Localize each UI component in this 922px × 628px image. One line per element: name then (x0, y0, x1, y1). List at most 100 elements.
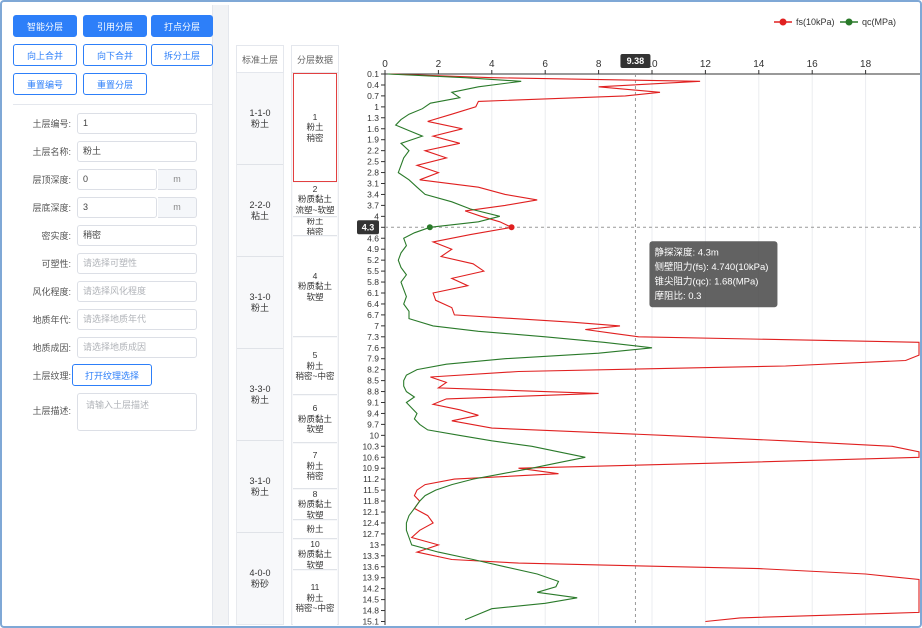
merge-up-button[interactable]: 向上合并 (13, 44, 77, 66)
y-tick-label: 13.3 (362, 551, 379, 561)
series-line-fs (390, 73, 920, 623)
y-tick-label: 0.4 (367, 80, 379, 90)
y-tick-label: 5.8 (367, 277, 379, 287)
merge-down-button[interactable]: 向下合并 (83, 44, 147, 66)
y-tick-label: 3.4 (367, 189, 379, 199)
density-select[interactable]: 稍密 (77, 225, 197, 246)
x-tick-label: 12 (700, 59, 712, 70)
y-tick-label: 10 (370, 430, 380, 440)
y-tick-label: 4.9 (367, 244, 379, 254)
bottom-depth-label: 层底深度: (32, 203, 71, 213)
y-tick-label: 14.5 (362, 595, 379, 605)
y-tick-label: 12.7 (362, 529, 379, 539)
x-tick-label: 8 (596, 59, 602, 70)
y-tick-label: 13 (370, 540, 380, 550)
legend-label[interactable]: fs(10kPa) (796, 17, 835, 27)
y-tick-label: 10.6 (362, 452, 379, 462)
soil-name-input[interactable]: 粉土 (77, 141, 197, 162)
x-tick-label: 18 (860, 59, 872, 70)
plasticity-label: 可塑性: (41, 259, 71, 269)
y-tick-label: 8.8 (367, 387, 379, 397)
geo-age-select[interactable]: 请选择地质年代 (77, 309, 197, 330)
y-tick-label: 6.1 (367, 288, 379, 298)
left-panel: 智能分层 引用分层 打点分层 向上合并 向下合并 拆分土层 重置编号 重置分层 … (5, 5, 213, 625)
y-tick-label: 7.9 (367, 354, 379, 364)
crosshair-x-label: 9.38 (627, 56, 645, 66)
y-tick-label: 11.2 (363, 474, 379, 484)
y-tick-label: 0.1 (367, 69, 379, 79)
geo-origin-select[interactable]: 请选择地质成因 (77, 337, 197, 358)
tooltip-line: 锥尖阻力(qc): 1.68(MPa) (654, 275, 758, 287)
panel-splitter[interactable] (213, 5, 229, 625)
y-tick-label: 6.4 (367, 299, 379, 309)
y-tick-label: 7.3 (367, 332, 379, 342)
y-tick-label: 1.3 (367, 113, 379, 123)
y-tick-label: 9.4 (367, 408, 379, 418)
y-tick-label: 2.5 (367, 157, 379, 167)
tooltip-line: 静探深度: 4.3m (654, 246, 718, 258)
geo-origin-label: 地质成因: (32, 343, 71, 353)
y-tick-label: 6.7 (367, 310, 379, 320)
soil-name-label: 土层名称: (32, 147, 71, 157)
desc-label: 土层描述: (32, 406, 71, 416)
x-tick-label: 2 (436, 59, 442, 70)
plasticity-select[interactable]: 请选择可塑性 (77, 253, 197, 274)
tooltip-line: 摩阻比: 0.3 (654, 290, 701, 302)
legend-label[interactable]: qc(MPa) (862, 17, 896, 27)
weathering-label: 风化程度: (32, 287, 71, 297)
y-tick-label: 7.6 (367, 343, 379, 353)
y-tick-label: 9.7 (367, 419, 379, 429)
y-tick-label: 9.1 (367, 398, 379, 408)
point-layer-button[interactable]: 打点分层 (151, 15, 213, 37)
series-line-qc (387, 73, 653, 621)
y-tick-label: 1.6 (367, 124, 379, 134)
y-tick-label: 13.6 (362, 562, 379, 572)
cpt-chart[interactable]: 0 2 4 6 8 10 12 14 16 18 0.10.40.711.31.61.92.22.5… (230, 5, 920, 625)
fs-point-marker[interactable] (508, 224, 515, 231)
y-tick-label: 10.9 (362, 463, 379, 473)
soil-no-input[interactable]: 1 (77, 113, 197, 134)
y-tick-label: 7 (374, 321, 379, 331)
ref-layer-button[interactable]: 引用分层 (83, 15, 147, 37)
qc-point-marker[interactable] (426, 224, 433, 231)
bottom-depth-input[interactable]: 3 (77, 197, 157, 218)
crosshair-y-label: 4.3 (362, 222, 375, 232)
app-window: 智能分层 引用分层 打点分层 向上合并 向下合并 拆分土层 重置编号 重置分层 … (0, 0, 922, 628)
top-depth-input[interactable]: 0 (77, 169, 157, 190)
reset-number-button[interactable]: 重置编号 (13, 73, 77, 95)
y-tick-label: 3.7 (367, 200, 379, 210)
split-layer-button[interactable]: 拆分土层 (151, 44, 213, 66)
soil-no-label: 土层编号: (32, 119, 71, 129)
legend-marker (845, 18, 853, 26)
y-tick-label: 1.9 (367, 135, 379, 145)
reset-layer-button[interactable]: 重置分层 (83, 73, 147, 95)
y-tick-label: 15.1 (362, 617, 379, 626)
chart-panel: 标准土层 分层数据 1-1-0 粉土 2-2-0 粘土 3-1-0 粉土 3-3-0 粉… (230, 5, 920, 625)
divider (13, 104, 213, 105)
x-tick-label: 16 (807, 59, 819, 70)
legend-marker (779, 18, 787, 26)
geo-age-label: 地质年代: (32, 315, 71, 325)
y-tick-label: 10.3 (362, 441, 379, 451)
open-texture-button[interactable]: 打开纹理选择 (72, 364, 152, 386)
smart-layer-button[interactable]: 智能分层 (13, 15, 77, 37)
top-depth-unit: m (158, 169, 197, 190)
bottom-depth-unit: m (158, 197, 197, 218)
y-tick-label: 4 (374, 211, 379, 221)
y-tick-label: 0.7 (367, 91, 379, 101)
y-tick-label: 14.8 (362, 606, 379, 616)
y-tick-label: 13.9 (362, 573, 379, 583)
weathering-select[interactable]: 请选择风化程度 (77, 281, 197, 302)
y-tick-label: 2.8 (367, 168, 379, 178)
y-tick-label: 14.2 (362, 584, 379, 594)
y-tick-label: 12.4 (362, 518, 379, 528)
y-tick-label: 5.5 (367, 266, 379, 276)
y-tick-label: 4.6 (367, 233, 379, 243)
y-tick-label: 11.5 (363, 485, 379, 495)
x-tick-label: 14 (753, 59, 765, 70)
x-tick-label: 4 (489, 59, 495, 70)
desc-textarea[interactable]: 请输入土层描述 (77, 393, 197, 431)
y-tick-label: 8.5 (367, 376, 379, 386)
x-tick-label: 0 (382, 59, 388, 70)
x-tick-label: 6 (542, 59, 548, 70)
